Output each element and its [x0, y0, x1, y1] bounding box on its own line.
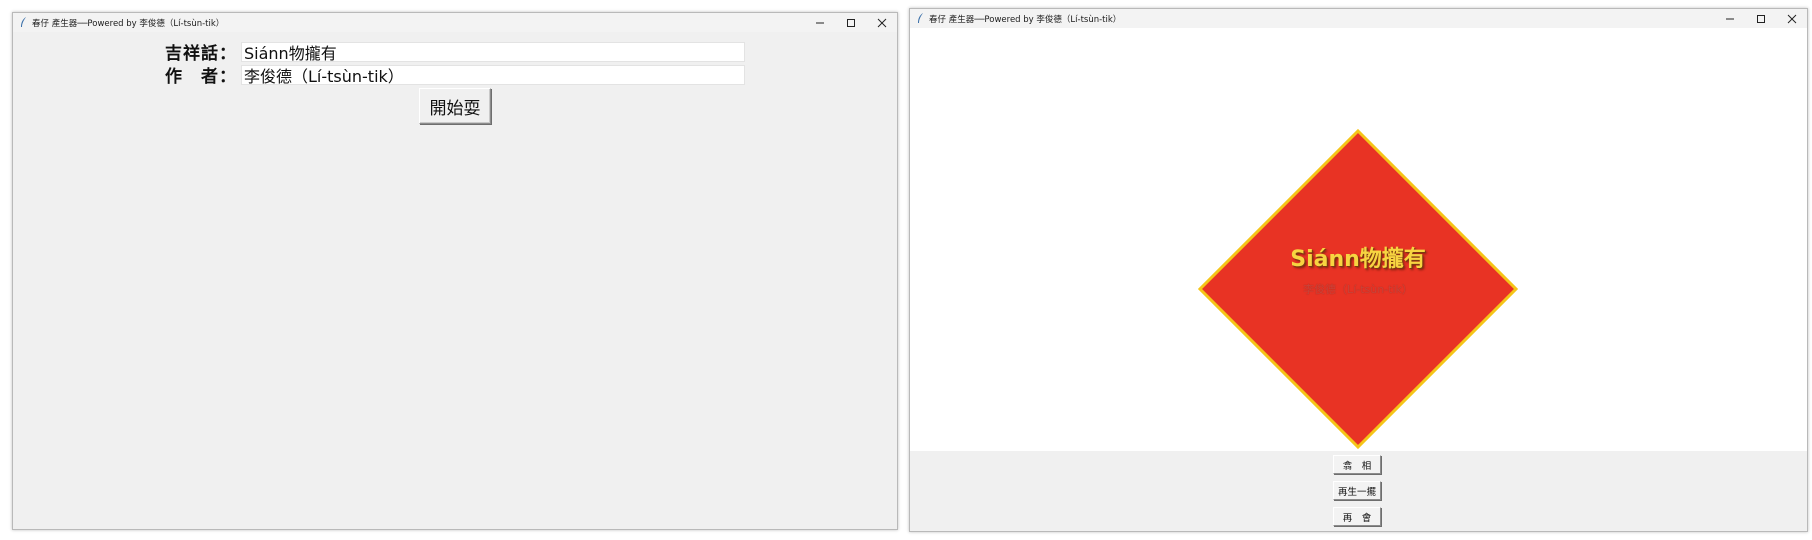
maximize-icon — [1756, 14, 1765, 23]
author-input[interactable] — [241, 64, 745, 85]
chunlian-author: 李俊德（Lí-tsùn-tik） — [1303, 283, 1413, 296]
close-icon — [877, 18, 886, 27]
minimize-icon — [815, 22, 824, 23]
phrase-row: 吉祥話： — [165, 39, 745, 64]
author-row: 作 者： — [165, 62, 745, 87]
phrase-label: 吉祥話： — [165, 44, 237, 64]
regenerate-button[interactable]: 再生一擺 — [1333, 481, 1381, 500]
maximize-icon — [846, 18, 855, 27]
feather-icon — [917, 13, 924, 24]
window-title: 春仔 產生器──Powered by 李俊德（Lí-tsùn-tik） — [929, 14, 1122, 25]
chunlian-diamond — [1197, 128, 1519, 450]
title-bar[interactable]: 春仔 產生器──Powered by 李俊德（Lí-tsùn-tik） — [910, 9, 1807, 28]
close-icon — [1787, 14, 1796, 23]
close-button[interactable] — [866, 13, 897, 32]
title-bar[interactable]: 春仔 產生器──Powered by 李俊德（Lí-tsùn-tik） — [13, 13, 897, 32]
minimize-button[interactable] — [804, 13, 835, 32]
close-button[interactable] — [1776, 9, 1807, 28]
result-window: 春仔 產生器──Powered by 李俊德（Lí-tsùn-tik） Sián… — [909, 8, 1808, 532]
maximize-button[interactable] — [1745, 9, 1776, 28]
phrase-input[interactable] — [241, 41, 745, 62]
minimize-icon — [1725, 18, 1734, 19]
chunlian-text: Siánn物攏有 — [1290, 247, 1426, 272]
start-button[interactable]: 開始耍 — [419, 88, 491, 124]
feather-icon — [20, 17, 27, 28]
input-window: 春仔 產生器──Powered by 李俊德（Lí-tsùn-tik） 吉祥話：… — [12, 12, 898, 530]
maximize-button[interactable] — [835, 13, 866, 32]
chunlian-canvas: Siánn物攏有 李俊德（Lí-tsùn-tik） — [910, 28, 1807, 451]
save-photo-button[interactable]: 翕 相 — [1333, 455, 1381, 474]
goodbye-button[interactable]: 再 會 — [1333, 507, 1381, 526]
author-label: 作 者： — [165, 67, 237, 87]
window-title: 春仔 產生器──Powered by 李俊德（Lí-tsùn-tik） — [32, 18, 225, 29]
minimize-button[interactable] — [1714, 9, 1745, 28]
